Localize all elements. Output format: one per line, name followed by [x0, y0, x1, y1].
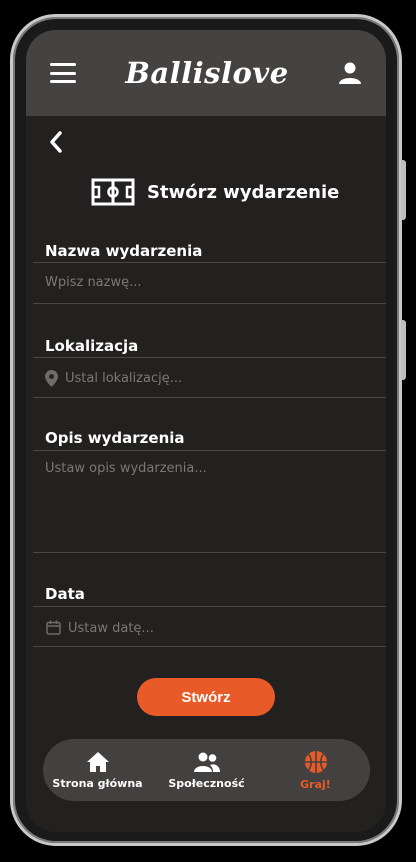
court-icon: [91, 178, 135, 206]
description-textarea[interactable]: Ustaw opis wydarzenia...: [45, 461, 207, 476]
phone-side-button: [401, 160, 406, 220]
home-icon: [86, 751, 109, 772]
divider: [33, 357, 386, 358]
hamburger-menu-icon[interactable]: [50, 63, 76, 83]
date-input[interactable]: Ustaw datę...: [68, 621, 154, 636]
people-icon: [193, 752, 220, 772]
divider: [33, 606, 386, 607]
date-label: Data: [45, 585, 85, 603]
user-profile-icon[interactable]: [338, 61, 362, 85]
bottom-nav: Strona główna Społeczność Graj!: [43, 739, 370, 801]
location-input[interactable]: Ustal lokalizację...: [65, 371, 182, 386]
nav-label: Społeczność: [168, 776, 245, 790]
basketball-icon: [304, 750, 327, 773]
nav-item-home[interactable]: Strona główna: [48, 751, 148, 790]
nav-item-community[interactable]: Społeczność: [157, 751, 257, 790]
back-arrow-icon[interactable]: [44, 130, 68, 154]
divider: [33, 450, 386, 451]
app-screen: Ballislove Stwórz wydarzenie Nazwa wydar…: [26, 30, 386, 832]
create-button[interactable]: Stwórz: [137, 678, 275, 716]
nav-item-play[interactable]: Graj!: [266, 750, 366, 791]
top-bar: Ballislove: [26, 30, 386, 116]
divider: [33, 262, 386, 263]
divider: [33, 552, 386, 553]
phone-side-button: [401, 320, 406, 380]
page-title: Stwórz wydarzenie: [147, 181, 340, 203]
nav-label: Graj!: [300, 777, 331, 791]
divider: [33, 397, 386, 398]
divider: [33, 646, 386, 647]
name-input[interactable]: Wpisz nazwę...: [45, 275, 142, 290]
name-label: Nazwa wydarzenia: [45, 242, 203, 260]
description-label: Opis wydarzenia: [45, 429, 185, 447]
calendar-icon: [46, 620, 61, 635]
divider: [33, 303, 386, 304]
location-label: Lokalizacja: [45, 337, 139, 355]
brand-logo: Ballislove: [125, 56, 289, 90]
map-pin-icon: [45, 370, 58, 387]
nav-label: Strona główna: [52, 776, 143, 790]
page-header: Stwórz wydarzenie: [91, 178, 339, 206]
